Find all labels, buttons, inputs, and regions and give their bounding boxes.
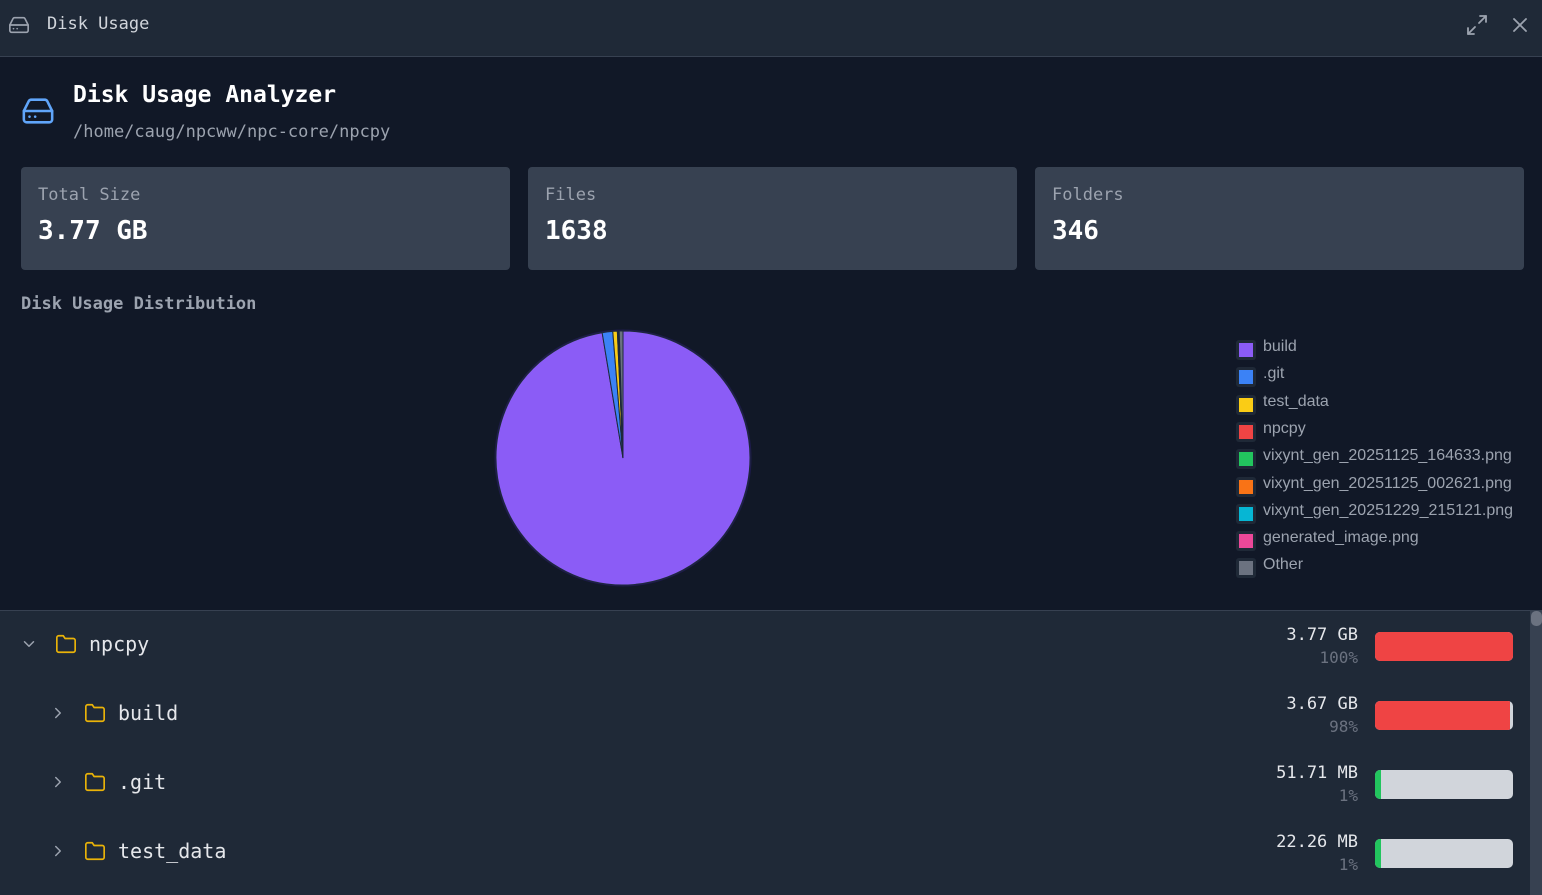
tree-item-size: 3.67 GB [1286,694,1358,714]
folder-icon [56,634,76,654]
tree-item-size: 3.77 GB [1286,625,1358,645]
hard-drive-icon [9,16,29,34]
usage-bar-fill [1375,632,1513,661]
folder-icon [85,703,105,723]
usage-bar [1375,632,1513,661]
tree-item-percent: 1% [1338,786,1358,805]
stat-label: Files [545,185,597,205]
tree-row-npcpy[interactable]: npcpy 3.77 GB 100% [0,611,1530,680]
folder-icon [85,841,105,861]
legend-label: vixynt_gen_20251125_002621.png [1263,474,1512,492]
chevron-right-icon[interactable] [49,773,67,791]
close-icon[interactable] [1508,13,1532,37]
stat-value: 1638 [545,216,608,246]
folder-icon [85,772,105,792]
legend-swatch [1236,531,1256,552]
legend-label: generated_image.png [1263,529,1419,547]
legend-label: vixynt_gen_20251125_164633.png [1263,447,1512,465]
window-titlebar: Disk Usage [0,0,1542,57]
legend-swatch [1236,503,1256,524]
legend-item[interactable]: vixynt_gen_20251229_215121.png [1236,501,1526,524]
chevron-right-icon[interactable] [49,704,67,722]
usage-bar [1375,701,1513,730]
file-tree: npcpy 3.77 GB 100% build 3.67 GB 98% .git 51.71… [0,610,1542,895]
tree-item-name: .git [118,770,167,794]
tree-row-build[interactable]: build 3.67 GB 98% [0,680,1530,749]
tree-row-testdata[interactable]: test_data 22.26 MB 1% [0,818,1530,887]
tree-item-name: npcpy [89,632,150,656]
stat-value: 346 [1052,216,1099,246]
usage-bar-fill [1375,701,1511,730]
usage-bar-fill [1375,770,1381,799]
usage-bar [1375,770,1513,799]
legend-label: vixynt_gen_20251229_215121.png [1263,501,1514,519]
legend-swatch [1236,449,1256,470]
stat-card-files: Files 1638 [528,167,1017,270]
legend-label: Other [1263,556,1304,574]
tree-item-size: 22.26 MB [1276,832,1358,852]
stat-label: Folders [1052,185,1124,205]
legend-item[interactable]: test_data [1236,392,1526,415]
stat-card-folders: Folders 346 [1035,167,1524,270]
legend-item[interactable]: vixynt_gen_20251125_002621.png [1236,474,1526,497]
stat-label: Total Size [38,185,141,205]
chevron-down-icon[interactable] [20,635,38,653]
legend-label: build [1263,338,1297,355]
tree-item-percent: 98% [1329,717,1358,736]
window-title: Disk Usage [47,14,150,34]
scrollbar-track[interactable] [1530,611,1542,895]
usage-bar-fill [1375,839,1381,868]
legend-item[interactable]: build [1236,337,1526,360]
legend-item[interactable]: vixynt_gen_20251125_164633.png [1236,446,1526,470]
tree-item-percent: 100% [1319,648,1358,667]
distribution-title: Disk Usage Distribution [21,294,257,314]
disk-usage-pie-chart [494,329,752,587]
legend-item[interactable]: npcpy [1236,419,1526,442]
stat-value: 3.77 GB [38,216,148,246]
legend-item[interactable]: .git [1236,364,1526,388]
tree-item-name: test_data [118,839,227,863]
legend-label: test_data [1263,392,1329,410]
legend-swatch [1236,340,1256,360]
legend-item[interactable]: Other [1236,555,1526,579]
legend-swatch [1236,558,1256,579]
legend-item[interactable]: generated_image.png [1236,528,1526,552]
current-path: /home/caug/npcww/npc-core/npcpy [73,122,391,142]
scrollbar-thumb[interactable] [1531,611,1542,626]
legend-swatch [1236,367,1256,388]
tree-row-git[interactable]: .git 51.71 MB 1% [0,749,1530,818]
tree-item-name: build [118,701,179,725]
legend-label: npcpy [1263,419,1306,437]
usage-bar [1375,839,1513,868]
page-title: Disk Usage Analyzer [73,82,337,108]
legend-swatch [1236,394,1256,415]
tree-item-percent: 1% [1338,855,1358,874]
hard-drive-icon [22,98,54,124]
maximize-icon[interactable] [1465,13,1489,37]
legend-swatch [1236,421,1256,442]
chevron-right-icon[interactable] [49,842,67,860]
legend-label: .git [1263,365,1285,383]
stat-card-total-size: Total Size 3.77 GB [21,167,510,270]
tree-item-size: 51.71 MB [1276,763,1358,783]
legend-swatch [1236,476,1256,497]
